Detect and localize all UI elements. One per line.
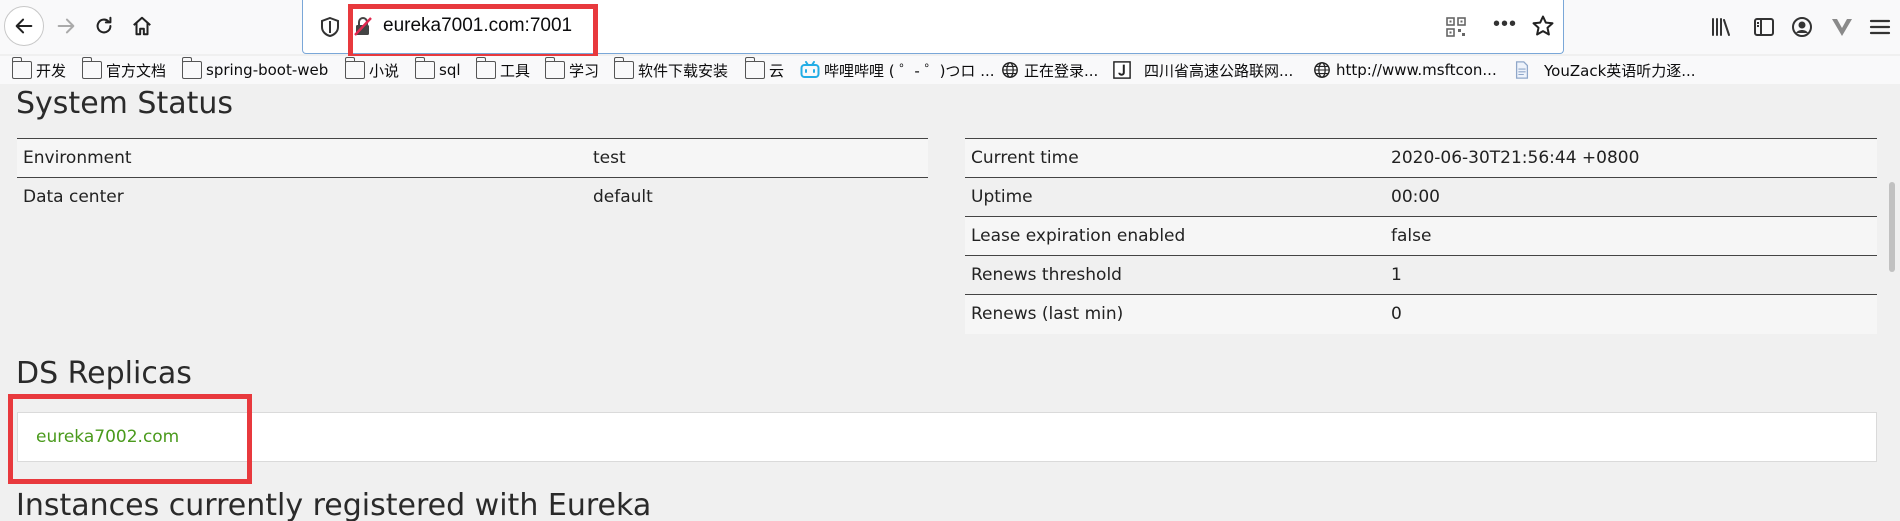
reload-icon <box>96 16 112 34</box>
bookmark-item[interactable]: 正在登录... <box>1000 56 1098 84</box>
table-row: Renews (last min) 0 <box>965 294 1877 334</box>
bookmark-label: sql <box>439 61 461 79</box>
table-key: Uptime <box>965 177 1385 217</box>
account-icon[interactable] <box>1790 15 1814 39</box>
table-value: default <box>587 177 928 217</box>
reload-button[interactable] <box>86 8 122 44</box>
bookmark-label: 开发 <box>36 61 67 80</box>
bookmark-label: 软件下载安装 <box>638 61 729 80</box>
scrollbar-thumb[interactable] <box>1889 182 1895 272</box>
table-value: test <box>587 138 928 178</box>
environment-table: Environment test Data center default <box>17 138 928 217</box>
folder-icon <box>11 57 32 79</box>
status-table: Current time 2020-06-30T21:56:44 +0800 Up… <box>965 138 1877 334</box>
shield-icon[interactable] <box>321 17 339 37</box>
folder-icon <box>81 57 102 79</box>
instances-heading: Instances currently registered with Eure… <box>16 488 652 521</box>
bookmark-item[interactable]: spring-boot-web <box>181 56 329 84</box>
page-content: System Status Environment test Data cente… <box>0 86 1900 521</box>
table-value: 00:00 <box>1385 177 1877 217</box>
bookmark-label: spring-boot-web <box>206 61 329 79</box>
folder-icon <box>475 57 496 79</box>
bilibili-icon <box>800 61 820 78</box>
table-row: Uptime 00:00 <box>965 177 1877 217</box>
table-key: Lease expiration enabled <box>965 216 1385 256</box>
table-value: 2020-06-30T21:56:44 +0800 <box>1385 138 1877 178</box>
table-key: Current time <box>965 138 1385 178</box>
arrow-left-icon <box>15 18 33 34</box>
page-scrollbar[interactable] <box>1880 86 1900 521</box>
table-row: Lease expiration enabled false <box>965 216 1877 256</box>
table-row: Data center default <box>17 177 928 217</box>
bookmark-item[interactable]: 官方文档 <box>81 56 167 84</box>
bookmark-item[interactable]: YouZack英语听力逐... <box>1512 56 1696 84</box>
table-key: Renews (last min) <box>965 294 1385 334</box>
bookmark-label: 哔哩哔哩 ( ゜- ゜)つロ ... <box>824 61 995 80</box>
bookmark-star-icon[interactable] <box>1531 14 1555 38</box>
folder-icon <box>544 57 565 79</box>
qr-code-icon[interactable] <box>1446 17 1466 37</box>
table-row: Current time 2020-06-30T21:56:44 +0800 <box>965 138 1877 178</box>
bookmark-item[interactable]: sql <box>414 56 461 84</box>
bookmark-label: http://www.msftcon... <box>1336 61 1497 79</box>
arrow-right-icon <box>57 18 75 34</box>
folder-icon <box>344 57 365 79</box>
table-key: Data center <box>17 177 587 217</box>
bookmark-item[interactable]: 学习 <box>544 56 600 84</box>
bookmark-item[interactable]: 软件下载安装 <box>613 56 729 84</box>
bookmark-label: 小说 <box>369 61 400 80</box>
browser-toolbar: eureka7001.com:7001 ••• <box>0 0 1900 59</box>
bookmark-label: 学习 <box>569 61 600 80</box>
bookmark-item[interactable]: 四川省高速公路联网... <box>1112 56 1293 84</box>
bookmark-label: YouZack英语听力逐... <box>1544 61 1696 80</box>
table-value: 0 <box>1385 294 1877 334</box>
bookmark-item[interactable]: 开发 <box>11 56 67 84</box>
folder-icon <box>181 57 202 79</box>
home-icon <box>133 16 151 36</box>
bookmark-label: 工具 <box>500 61 531 80</box>
table-key: Environment <box>17 138 587 178</box>
sidebar-icon[interactable] <box>1752 15 1776 39</box>
bookmark-label: 正在登录... <box>1024 61 1099 80</box>
replica-highlight-box <box>8 394 252 484</box>
bookmark-label: 官方文档 <box>106 61 167 80</box>
bookmark-item[interactable]: http://www.msftcon... <box>1312 56 1497 84</box>
library-icon[interactable] <box>1710 15 1734 39</box>
globe-icon <box>1002 62 1018 78</box>
bookmark-label: 云 <box>769 61 785 80</box>
folder-icon <box>414 57 435 79</box>
home-button[interactable] <box>124 8 160 44</box>
ds-replicas-list: eureka7002.com <box>17 412 1877 462</box>
extension-icon[interactable] <box>1830 15 1854 39</box>
bookmark-label: 四川省高速公路联网... <box>1144 61 1294 80</box>
forward-button[interactable] <box>48 8 84 44</box>
table-row: Environment test <box>17 138 928 178</box>
back-button[interactable] <box>4 6 44 46</box>
bookmark-item[interactable]: 工具 <box>475 56 531 84</box>
folder-icon <box>744 57 765 79</box>
globe-icon <box>1314 62 1330 78</box>
menu-icon[interactable] <box>1868 15 1892 39</box>
bookmarks-toolbar: 开发 官方文档 spring-boot-web 小说 sql 工具 学习 软件下… <box>0 56 1900 84</box>
bookmark-item[interactable]: 哔哩哔哩 ( ゜- ゜)つロ ... <box>800 56 995 84</box>
ds-replicas-heading: DS Replicas <box>16 356 192 391</box>
page-icon <box>1515 61 1529 79</box>
system-status-heading: System Status <box>16 86 234 121</box>
bookmark-item[interactable]: 小说 <box>344 56 400 84</box>
table-value: false <box>1385 216 1877 256</box>
bookmark-item[interactable]: 云 <box>744 56 785 84</box>
table-key: Renews threshold <box>965 255 1385 295</box>
j-icon <box>1113 61 1131 79</box>
folder-icon <box>613 57 634 79</box>
table-value: 1 <box>1385 255 1877 295</box>
more-actions-icon[interactable]: ••• <box>1493 14 1519 38</box>
table-row: Renews threshold 1 <box>965 255 1877 295</box>
url-highlight-box <box>348 4 598 59</box>
